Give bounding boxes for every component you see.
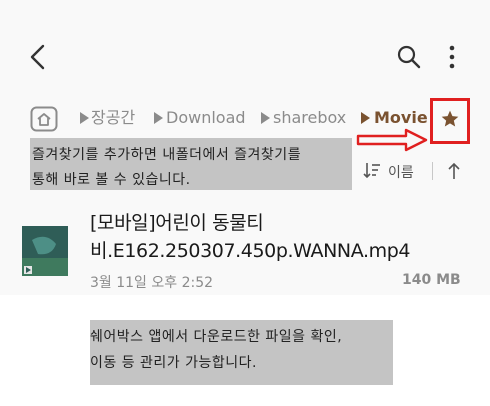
breadcrumb-separator-icon <box>154 112 163 124</box>
sort-icon[interactable] <box>362 160 382 180</box>
search-icon[interactable] <box>396 44 422 70</box>
more-vertical-icon[interactable] <box>440 42 464 72</box>
breadcrumb-separator-icon <box>361 112 370 124</box>
arrow-up-icon[interactable] <box>446 161 462 181</box>
sharebox-tip-note: 쉐어박스 앱에서 다운로드한 파일을 확인, 이동 등 관리가 가능합니다. <box>90 320 393 385</box>
home-folder-icon[interactable] <box>30 106 58 132</box>
video-thumbnail-image <box>22 226 68 276</box>
favorite-tip-line-1: 즐겨찾기를 추가하면 내폴더에서 즐겨찾기를 <box>32 147 302 163</box>
favorite-tip-line-2: 통해 바로 볼 수 있습니다. <box>32 172 191 188</box>
video-thumbnail[interactable] <box>22 226 68 276</box>
sort-divider <box>432 162 433 180</box>
pointer-arrow-icon <box>356 128 428 152</box>
sharebox-tip-line-1: 쉐어박스 앱에서 다운로드한 파일을 확인, <box>90 329 343 345</box>
sort-label[interactable]: 이름 <box>388 162 414 182</box>
file-date: 3월 11일 오후 2:52 <box>90 275 214 291</box>
file-size: 140 MB <box>402 272 461 288</box>
favorite-highlight-box <box>430 98 470 144</box>
star-icon[interactable] <box>440 109 460 129</box>
breadcrumb-item-download[interactable]: Download <box>166 107 246 129</box>
sharebox-tip-line-2: 이동 등 관리가 가능합니다. <box>90 355 257 371</box>
file-name[interactable]: [모바일]어린이 동물티비.E162.250307.450p.WANNA.mp4 <box>90 209 474 265</box>
chevron-left-icon[interactable] <box>26 40 52 74</box>
breadcrumb-item-sharebox[interactable]: sharebox <box>273 107 346 129</box>
breadcrumb-item-storage[interactable]: 장공간 <box>91 107 135 129</box>
breadcrumb-separator-icon <box>80 112 89 124</box>
breadcrumb-item-movie: Movie <box>374 108 428 127</box>
breadcrumb-separator-icon <box>261 112 270 124</box>
favorite-tip-note: 즐겨찾기를 추가하면 내폴더에서 즐겨찾기를 통해 바로 볼 수 있습니다. <box>30 138 352 190</box>
